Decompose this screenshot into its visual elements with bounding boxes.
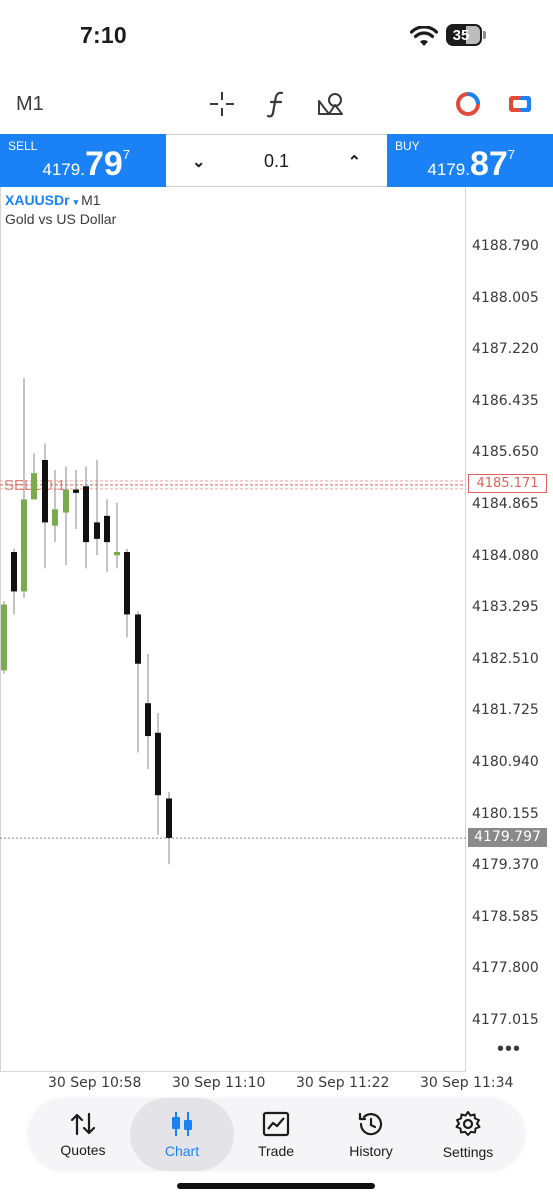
sell-price: 4179.797 <box>42 145 130 183</box>
candle-body <box>52 509 58 526</box>
price-axis-label: 4180.940 <box>472 754 539 770</box>
candlestick-chart-icon <box>172 1111 192 1136</box>
more-options-icon[interactable]: ••• <box>497 1038 521 1061</box>
wifi-icon <box>410 26 438 46</box>
nav-quotes-label: Quotes <box>60 1141 106 1158</box>
battery-tip <box>483 31 486 39</box>
objects-icon[interactable] <box>314 88 346 120</box>
time-label: 30 Sep 10:58 <box>48 1075 142 1091</box>
candle-body <box>124 551 130 615</box>
price-axis-label: 4177.015 <box>472 1012 539 1028</box>
candle-body <box>1 604 7 671</box>
candle-body <box>94 522 100 539</box>
nav-quotes[interactable]: Quotes <box>33 1098 133 1171</box>
price-axis-label: 4187.220 <box>472 341 539 358</box>
nav-trade-label: Trade <box>257 1142 295 1159</box>
price-axis-label: 4184.080 <box>472 547 539 564</box>
volume-control: ⌄ 0.1 ⌃ <box>166 134 387 187</box>
nav-settings-label: Settings <box>442 1143 494 1160</box>
sell-button[interactable]: SELL 4179.797 <box>0 134 166 187</box>
price-axis-label: 4184.865 <box>472 496 539 512</box>
crosshair-icon[interactable] <box>206 88 238 120</box>
buy-price: 4179.877 <box>427 145 515 183</box>
one-click-trading-icon[interactable] <box>452 88 484 120</box>
status-time: 7:10 <box>80 22 127 48</box>
current-price-tag: 4179.797 <box>468 828 547 847</box>
trade-chart-icon <box>262 1111 290 1136</box>
quotes-arrows-icon <box>70 1112 96 1135</box>
candlestick-plot: SELL 0.1 <box>0 377 466 865</box>
candle-body <box>31 473 37 500</box>
price-axis-label: 4188.790 <box>472 238 539 254</box>
bottom-nav: Quotes Chart Trade History Settings <box>28 1098 525 1171</box>
candle-body <box>145 703 151 737</box>
candle-body <box>166 798 172 838</box>
indicators-icon[interactable] <box>261 88 293 120</box>
nav-settings[interactable]: Settings <box>418 1098 518 1171</box>
price-axis-label: 4185.650 <box>472 444 539 461</box>
nav-chart[interactable]: Chart <box>130 1098 234 1171</box>
price-axis-label: 4180.155 <box>472 805 539 822</box>
order-price-tag: 4185.171 <box>468 474 547 493</box>
nav-history[interactable]: History <box>321 1098 421 1171</box>
time-label: 30 Sep 11:22 <box>296 1075 390 1091</box>
nav-history-label: History <box>349 1142 393 1159</box>
timeframe-button[interactable]: M1 <box>16 93 44 116</box>
time-label: 30 Sep 11:34 <box>420 1075 514 1091</box>
candle-body <box>42 459 48 523</box>
price-axis-label: 4178.585 <box>472 908 539 925</box>
price-axis-label: 4179.370 <box>472 857 539 874</box>
trade-panel-toggle-icon[interactable] <box>504 88 536 120</box>
candle-body <box>63 489 69 513</box>
price-axis-label: 4188.005 <box>472 289 539 306</box>
price-axis-label: 4177.800 <box>472 960 539 977</box>
price-axis-label: 4186.435 <box>472 392 539 409</box>
candle-body <box>21 499 27 592</box>
battery-icon: 35 <box>446 24 482 46</box>
candle-body <box>11 551 17 592</box>
price-axis-label: 4182.510 <box>472 650 539 667</box>
candle-body <box>135 614 141 664</box>
candle-body <box>114 551 120 556</box>
price-axis-label: 4183.295 <box>472 599 539 616</box>
gear-icon <box>455 1110 481 1136</box>
candle-body <box>73 489 79 493</box>
candle-body <box>104 515 110 543</box>
nav-trade[interactable]: Trade <box>226 1098 326 1171</box>
candle-body <box>83 486 89 543</box>
home-indicator <box>177 1183 375 1189</box>
buy-button[interactable]: BUY 4179.877 <box>387 134 553 187</box>
candle-body <box>155 732 161 796</box>
time-label: 30 Sep 11:10 <box>172 1075 266 1091</box>
history-clock-icon <box>358 1112 383 1135</box>
sell-label: SELL <box>8 139 38 153</box>
nav-chart-label: Chart <box>164 1142 200 1159</box>
volume-increase-chevron-icon[interactable]: ⌃ <box>348 152 361 172</box>
battery-level: 35 <box>452 26 470 44</box>
buy-label: BUY <box>395 139 420 153</box>
price-axis-label: 4181.725 <box>472 702 539 719</box>
